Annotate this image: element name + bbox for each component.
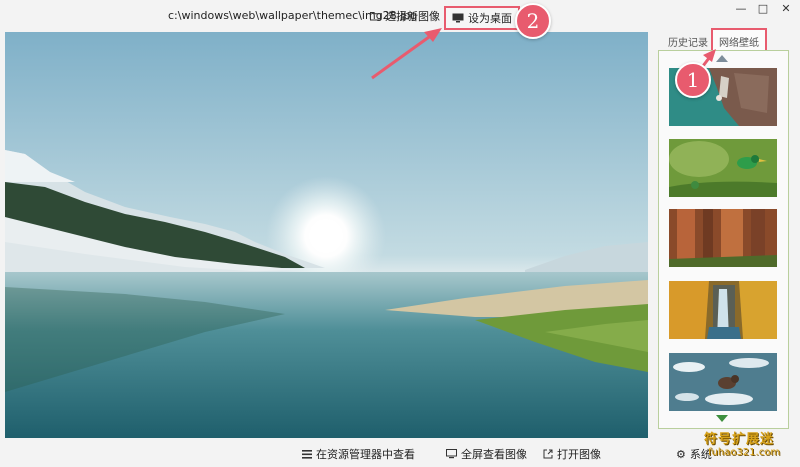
thumbnail-sea-otters[interactable]	[669, 353, 777, 411]
folder-icon	[370, 12, 381, 21]
toolbar: c:\windows\web\wallpaper\themec\img28.jp…	[0, 0, 800, 30]
fullscreen-view-button[interactable]: 全屏查看图像	[446, 446, 527, 462]
scroll-down-icon[interactable]	[716, 415, 728, 422]
scroll-up-icon[interactable]	[716, 55, 728, 62]
open-image-label: 打开图像	[557, 448, 601, 461]
select-new-image-label: 选择新图像	[385, 10, 440, 23]
wallpaper-panel: 历史记录 网络壁纸	[655, 28, 795, 432]
gear-icon: ⚙	[676, 447, 686, 461]
view-in-explorer-button[interactable]: 在资源管理器中查看	[302, 446, 415, 462]
step-1-marker: 1	[675, 62, 711, 98]
thumbnail-redwood-trees[interactable]	[669, 209, 777, 267]
tab-history[interactable]: 历史记录	[668, 34, 708, 49]
view-in-explorer-label: 在资源管理器中查看	[316, 448, 415, 461]
thumbnail-green-bird[interactable]	[669, 139, 777, 197]
set-as-desktop-label: 设为桌面	[468, 12, 512, 25]
bottom-toolbar: 在资源管理器中查看 全屏查看图像 打开图像 ⚙ 系统	[0, 440, 800, 467]
open-external-icon	[543, 449, 553, 459]
watermark-title: 符号扩展迷	[704, 432, 775, 447]
select-new-image-button[interactable]: 选择新图像	[370, 8, 440, 24]
maximize-button[interactable]: □	[752, 0, 774, 18]
monitor-icon	[446, 449, 457, 459]
set-as-desktop-button[interactable]: 设为桌面	[444, 6, 520, 30]
wallpaper-preview	[5, 32, 648, 438]
watermark-url: fuhao321.com	[708, 447, 781, 458]
close-button[interactable]: ✕	[775, 0, 797, 18]
thumbnail-waterfall[interactable]	[669, 281, 777, 339]
fullscreen-view-label: 全屏查看图像	[461, 448, 527, 461]
list-icon	[302, 449, 312, 459]
open-image-button[interactable]: 打开图像	[543, 446, 601, 462]
minimize-button[interactable]: —	[730, 0, 752, 18]
system-settings-button[interactable]: ⚙ 系统	[676, 446, 712, 462]
step-2-marker: 2	[515, 3, 551, 39]
thumbnail-list	[658, 50, 789, 429]
monitor-icon	[452, 13, 464, 23]
